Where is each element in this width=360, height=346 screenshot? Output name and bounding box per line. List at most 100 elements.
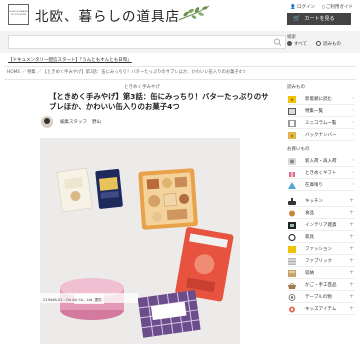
sidebar-heading-read: 読みもの xyxy=(287,85,305,90)
sidebar-item-label: テーブルの物 xyxy=(305,295,332,300)
radio-all-dot[interactable] xyxy=(287,41,292,46)
sidebar-item-label: 新入荷・再入荷 xyxy=(305,159,337,164)
sidebar-item-interior[interactable]: インテリア雑貨 + xyxy=(287,220,355,231)
sidebar-item-new-arrival[interactable]: 新入荷・再入荷 › xyxy=(287,156,355,167)
expand-plus-icon[interactable]: + xyxy=(349,293,354,300)
sidebar-item-label: バックナンバー xyxy=(305,133,337,138)
chevron-right-icon: › xyxy=(352,96,354,101)
sidebar-item-label: インテリア雑貨 xyxy=(305,223,337,228)
search-bar: 検索 すべて 読みもの xyxy=(0,31,360,53)
sidebar-item-label: 特集一覧 xyxy=(305,109,323,114)
expand-plus-icon[interactable]: + xyxy=(349,305,354,312)
sidebar-heading-shop: お買いもの xyxy=(287,147,310,152)
sidebar-item-label: ミニコラム一覧 xyxy=(305,121,337,126)
site-name[interactable]: 北欧、暮らしの道具店 xyxy=(35,5,180,25)
expand-plus-icon[interactable]: + xyxy=(349,281,354,288)
kitchen-icon xyxy=(288,198,296,205)
article-category[interactable]: ときめく手みやげ xyxy=(124,84,160,90)
radio-all[interactable]: すべて xyxy=(287,41,307,47)
feature-icon xyxy=(288,108,296,115)
sidebar-item-label: 在庫限り xyxy=(305,183,323,188)
new-icon: N xyxy=(288,96,296,103)
sidebar-item-table[interactable]: テーブルの物 + xyxy=(287,292,355,303)
chevron-right-icon: › xyxy=(352,182,354,187)
basket-icon xyxy=(288,283,296,289)
sidebar-item-label: 家具 xyxy=(305,235,314,240)
hero-photo: 219446-01 - On Air Co., Ltd. 提供 xyxy=(40,138,240,344)
expand-plus-icon[interactable]: + xyxy=(349,233,354,240)
sidebar-item-storage[interactable]: 収納 + xyxy=(287,268,355,279)
sidebar-item-last-stock[interactable]: 在庫限り › xyxy=(287,180,355,191)
chevron-right-icon: › xyxy=(352,132,354,137)
help-link[interactable]: ▯ ご利用ガイド xyxy=(322,4,353,10)
sidebar-item-fashion[interactable]: ファッション + xyxy=(287,244,355,255)
sidebar: 読みもの N 新着順に読む › 特集一覧 › ミニコラム一覧 › B バックナン… xyxy=(283,82,360,346)
expand-plus-icon[interactable]: + xyxy=(349,197,354,204)
sidebar-item-label: ファッション xyxy=(305,247,332,252)
chevron-right-icon: › xyxy=(352,108,354,113)
fabric-icon xyxy=(288,258,296,265)
logo-mark[interactable]: HOKUOH KURASHI NO DOUGUTEN xyxy=(8,4,29,25)
sidebar-item-kids[interactable]: キッズアイテム + xyxy=(287,304,355,315)
leaf-logo-icon xyxy=(178,5,210,21)
furniture-icon xyxy=(288,234,296,241)
kids-icon xyxy=(289,306,295,313)
sidebar-item-kitchen[interactable]: キッチン + xyxy=(287,196,355,207)
gift-icon xyxy=(289,170,295,177)
svg-text:B: B xyxy=(291,134,293,138)
sidebar-item-label: ときめくギフト xyxy=(305,171,337,176)
login-icon: 👤 xyxy=(290,5,298,10)
sidebar-item-label: キッチン xyxy=(305,199,323,204)
radio-article-dot[interactable] xyxy=(316,41,321,46)
article-title: 【ときめく手みやげ】第3話：缶にみっちり！バターたっぷりのサブレほか、かわいい缶… xyxy=(49,92,269,111)
expand-plus-icon[interactable]: + xyxy=(349,257,354,264)
last-stock-icon xyxy=(288,182,296,189)
chevron-right-icon: › xyxy=(352,170,354,175)
sidebar-item-label: ファブリック xyxy=(305,259,332,264)
sweets-tins-illustration xyxy=(40,138,240,344)
cart-button[interactable]: 🛒 カートを見る xyxy=(287,13,351,25)
article-main: ときめく手みやげ 【ときめく手みやげ】第3話：缶にみっちり！バターたっぷりのサブ… xyxy=(0,82,280,346)
sidebar-item-backnumber[interactable]: B バックナンバー › xyxy=(287,130,355,141)
expand-plus-icon[interactable]: + xyxy=(349,209,354,216)
expand-plus-icon[interactable]: + xyxy=(349,245,354,252)
author-name: 野山 xyxy=(92,120,101,125)
sidebar-item-furniture[interactable]: 家具 + xyxy=(287,232,355,243)
chevron-right-icon: › xyxy=(352,120,354,125)
site-header: HOKUOH KURASHI NO DOUGUTEN 北欧、暮らしの道具店 👤 … xyxy=(0,0,360,30)
sidebar-item-new[interactable]: N 新着順に読む › xyxy=(287,94,355,105)
interior-icon xyxy=(288,222,296,229)
sidebar-item-label: 収納 xyxy=(305,271,314,276)
sidebar-item-columns[interactable]: ミニコラム一覧 › xyxy=(287,118,355,129)
radio-article[interactable]: 読みもの xyxy=(316,41,341,47)
search-box[interactable] xyxy=(8,35,286,49)
food-icon xyxy=(289,210,295,217)
backnumber-icon: B xyxy=(288,132,296,139)
author-role: 編集スタッフ xyxy=(60,120,87,125)
new-arrival-icon xyxy=(288,158,296,165)
storage-icon xyxy=(288,270,296,277)
table-icon xyxy=(288,294,296,301)
expand-plus-icon[interactable]: + xyxy=(349,221,354,228)
promo-link[interactable]: 【ドキュメンタリー配信スタート】「うんともすんとも日和」 xyxy=(8,57,132,63)
photo-credit: 219446-01 - On Air Co., Ltd. 提供 xyxy=(43,298,102,302)
sidebar-item-label: 食品 xyxy=(305,211,314,216)
cart-icon: 🛒 xyxy=(293,15,301,22)
sidebar-item-features[interactable]: 特集一覧 › xyxy=(287,106,355,117)
svg-text:N: N xyxy=(291,98,294,102)
fashion-icon xyxy=(288,246,296,253)
sidebar-item-label: キッズアイテム xyxy=(305,307,337,312)
breadcrumb[interactable]: HOME ／ 特集 ／ 【ときめく手みやげ】第3話：缶にみっちり！バターたっぷり… xyxy=(4,66,356,80)
sidebar-item-label: 新着順に読む xyxy=(305,97,332,102)
sidebar-item-gift[interactable]: ときめくギフト › xyxy=(287,168,355,179)
login-link[interactable]: 👤 ログイン xyxy=(290,4,315,10)
column-icon xyxy=(288,120,296,127)
sidebar-item-basket[interactable]: かご・手工芸品 + xyxy=(287,280,355,291)
sidebar-item-label: かご・手工芸品 xyxy=(305,283,337,288)
sidebar-item-food[interactable]: 食品 + xyxy=(287,208,355,219)
search-caption: 検索 xyxy=(287,35,296,40)
author-avatar xyxy=(41,116,53,128)
expand-plus-icon[interactable]: + xyxy=(349,269,354,276)
sidebar-item-fabric[interactable]: ファブリック + xyxy=(287,256,355,267)
chevron-right-icon: › xyxy=(352,158,354,163)
